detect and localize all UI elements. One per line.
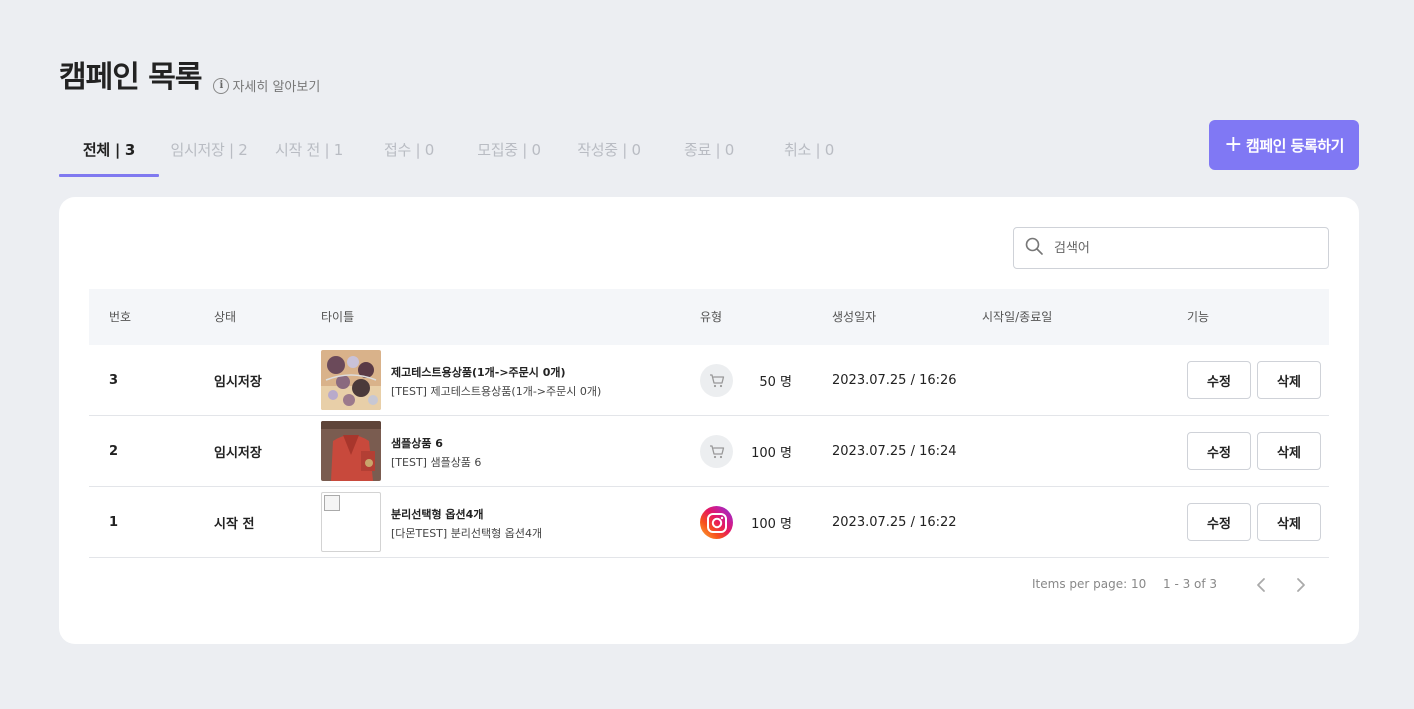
- tab-writing[interactable]: 작성중 | 0: [559, 122, 659, 177]
- row-number: 1: [109, 514, 119, 530]
- tab-before-start-label: 시작 전 | 1: [275, 141, 343, 159]
- register-campaign-label: 캠페인 등록하기: [1246, 136, 1344, 155]
- created-date: 2023.07.25 / 16:24: [832, 443, 957, 459]
- table-row: 2 임시저장 샘플상품 6 [TEST] 샘플상품 6 100 명 2023.0…: [89, 416, 1329, 487]
- edit-button[interactable]: 수정: [1187, 503, 1251, 541]
- broken-image-thumbnail[interactable]: [321, 492, 381, 552]
- delete-button[interactable]: 삭제: [1257, 503, 1321, 541]
- tab-cancelled[interactable]: 취소 | 0: [759, 122, 859, 177]
- row-number: 2: [109, 443, 119, 459]
- tab-cancelled-label: 취소 | 0: [784, 141, 834, 159]
- delete-button[interactable]: 삭제: [1257, 432, 1321, 470]
- column-header-created: 생성일자: [832, 310, 877, 324]
- cart-icon: [700, 364, 733, 397]
- campaign-list-card: 번호 상태 타이틀 유형 생성일자 시작일/종료일 기능 3 임시저장: [59, 197, 1359, 644]
- column-header-period: 시작일/종료일: [982, 310, 1053, 324]
- column-header-type: 유형: [700, 310, 723, 324]
- column-header-title: 타이틀: [321, 310, 355, 324]
- campaign-subtitle: [TEST] 샘플상품 6: [391, 456, 482, 469]
- delete-button[interactable]: 삭제: [1257, 361, 1321, 399]
- campaign-subtitle: [TEST] 제고테스트용상품(1개->주문시 0개): [391, 385, 602, 398]
- table-row: 3 임시저장 제고테스트용상품(1개->주문시 0개) [TEST] 제고테스트…: [89, 345, 1329, 416]
- register-campaign-button[interactable]: + 캠페인 등록하기: [1209, 120, 1359, 170]
- tab-recruiting-label: 모집중 | 0: [477, 141, 541, 159]
- page-range: 1 - 3 of 3: [1163, 577, 1218, 591]
- campaign-subtitle: [다몬TEST] 분리선택형 옵션4개: [391, 527, 543, 540]
- learn-more-label: 자세히 알아보기: [232, 80, 321, 95]
- tab-received[interactable]: 접수 | 0: [359, 122, 459, 177]
- tab-received-label: 접수 | 0: [384, 141, 434, 159]
- table-row: 1 시작 전 분리선택형 옵션4개 [다몬TEST] 분리선택형 옵션4개 10…: [89, 487, 1329, 558]
- broken-image-icon: [324, 495, 340, 511]
- search-box: [1013, 227, 1329, 269]
- campaign-table: 번호 상태 타이틀 유형 생성일자 시작일/종료일 기능 3 임시저장 제고테스…: [89, 289, 1329, 558]
- table-header: 번호 상태 타이틀 유형 생성일자 시작일/종료일 기능: [89, 289, 1329, 345]
- edit-button[interactable]: 수정: [1187, 361, 1251, 399]
- row-status: 임시저장: [214, 445, 262, 461]
- campaign-title[interactable]: 분리선택형 옵션4개: [391, 506, 483, 522]
- plus-icon: +: [1224, 132, 1243, 157]
- cart-icon: [700, 435, 733, 468]
- row-number: 3: [109, 372, 119, 388]
- column-header-actions: 기능: [1187, 310, 1210, 324]
- search-input[interactable]: [1054, 240, 1294, 256]
- created-date: 2023.07.25 / 16:26: [832, 372, 957, 388]
- product-thumbnail[interactable]: [321, 350, 381, 410]
- tab-ended-label: 종료 | 0: [684, 141, 734, 159]
- product-thumbnail[interactable]: [321, 421, 381, 481]
- chevron-right-icon[interactable]: [1293, 575, 1309, 595]
- learn-more-link[interactable]: i 자세히 알아보기: [213, 76, 320, 95]
- edit-button[interactable]: 수정: [1187, 432, 1251, 470]
- pagination: Items per page: 10 1 - 3 of 3: [59, 575, 1359, 595]
- tab-draft[interactable]: 임시저장 | 2: [159, 122, 259, 177]
- created-date: 2023.07.25 / 16:22: [832, 514, 957, 530]
- tab-ended[interactable]: 종료 | 0: [659, 122, 759, 177]
- instagram-icon: [700, 506, 733, 539]
- tab-recruiting[interactable]: 모집중 | 0: [459, 122, 559, 177]
- tab-before-start[interactable]: 시작 전 | 1: [259, 122, 359, 177]
- row-status: 시작 전: [214, 516, 255, 532]
- participant-count: 50 명: [759, 374, 792, 390]
- participant-count: 100 명: [751, 445, 792, 461]
- info-icon: i: [213, 77, 230, 94]
- column-header-status: 상태: [214, 310, 237, 324]
- items-per-page[interactable]: Items per page: 10: [1032, 577, 1146, 591]
- tab-all-label: 전체 | 3: [82, 141, 136, 159]
- participant-count: 100 명: [751, 516, 792, 532]
- campaign-title[interactable]: 제고테스트용상품(1개->주문시 0개): [391, 364, 566, 380]
- campaign-title[interactable]: 샘플상품 6: [391, 435, 443, 451]
- tab-writing-label: 작성중 | 0: [577, 141, 641, 159]
- tab-all[interactable]: 전체 | 3: [59, 122, 159, 177]
- page-title: 캠페인 목록: [59, 60, 202, 95]
- status-tabs: 전체 | 3 임시저장 | 2 시작 전 | 1 접수 | 0 모집중 | 0 …: [59, 122, 859, 177]
- row-status: 임시저장: [214, 374, 262, 390]
- page-header: 캠페인 목록 i 자세히 알아보기: [59, 60, 320, 96]
- tab-draft-label: 임시저장 | 2: [170, 141, 248, 159]
- search-icon: [1024, 236, 1044, 260]
- chevron-left-icon[interactable]: [1253, 575, 1269, 595]
- column-header-number: 번호: [109, 310, 132, 324]
